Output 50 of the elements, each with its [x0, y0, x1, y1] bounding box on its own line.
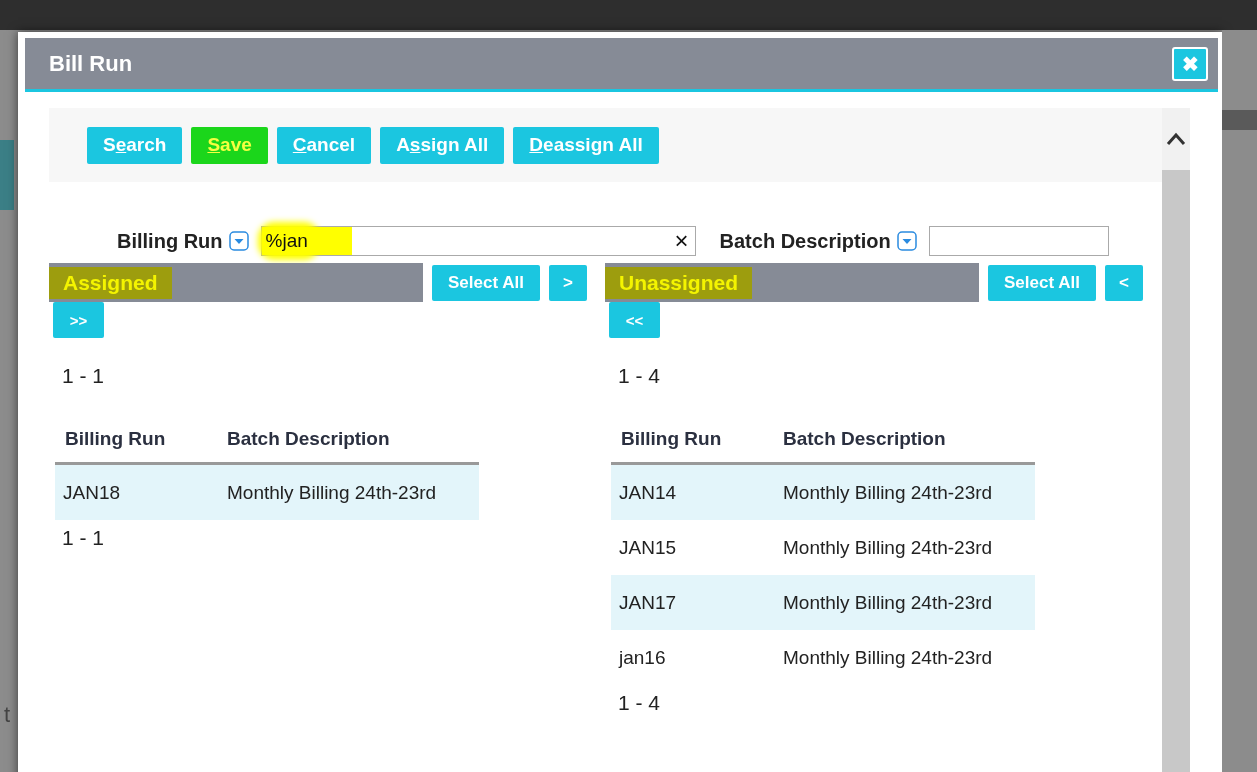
move-all-button[interactable]: <<	[609, 302, 660, 338]
table-row[interactable]: JAN15 Monthly Billing 24th-23rd	[611, 520, 1035, 575]
move-button[interactable]: <	[1104, 264, 1143, 301]
record-count: 1 - 1	[62, 526, 105, 550]
column-header: Billing Run	[620, 428, 723, 450]
filter-label: Batch Description	[719, 229, 891, 253]
table-cell: Monthly Billing 24th-23rd	[783, 591, 993, 614]
filter-field[interactable]	[928, 226, 1109, 256]
window-title: Bill Run	[49, 50, 133, 77]
toolbar-button[interactable]: Assign All	[380, 126, 505, 164]
background-panel	[0, 140, 14, 210]
filter-field[interactable]: %jan ×	[260, 226, 696, 256]
table-cell-text: JAN14	[618, 481, 678, 504]
close-button[interactable]: ✖	[1172, 46, 1208, 81]
background-panel	[1222, 110, 1257, 130]
background-text: t	[4, 702, 11, 728]
column-header: Billing Run	[64, 428, 167, 450]
table-row[interactable]: jan16 Monthly Billing 24th-23rd	[611, 630, 1035, 685]
record-count: 1 - 4	[618, 364, 661, 388]
dropdown-icon[interactable]	[228, 231, 249, 251]
table-cell: Monthly Billing 24th-23rd	[227, 481, 437, 504]
scrollbar[interactable]	[1162, 108, 1190, 772]
record-count: 1 - 4	[618, 691, 661, 715]
table-row[interactable]: JAN18 Monthly Billing 24th-23rd	[55, 465, 479, 520]
record-count: 1 - 1	[62, 364, 105, 388]
toolbar-button[interactable]: Deassign All	[513, 126, 659, 164]
clear-icon[interactable]: ×	[674, 227, 689, 255]
table-cell-text: JAN18	[62, 481, 122, 504]
table-cell-text: JAN17	[618, 591, 678, 614]
move-all-button[interactable]: >>	[53, 302, 104, 338]
table-cell-text: JAN15	[618, 536, 678, 559]
select-all-button[interactable]: Select All	[432, 264, 540, 301]
table-row[interactable]: JAN17 Monthly Billing 24th-23rd	[611, 575, 1035, 630]
column-header: Batch Description	[227, 428, 390, 450]
list-heading: Unassigned	[605, 266, 753, 299]
filter-label: Billing Run	[117, 229, 223, 253]
move-button[interactable]: >	[548, 264, 587, 301]
list-heading: Assigned	[49, 266, 172, 299]
table-cell-text: jan16	[617, 646, 667, 669]
table-cell: Monthly Billing 24th-23rd	[783, 536, 993, 559]
table-cell: Monthly Billing 24th-23rd	[783, 646, 993, 669]
chevron-up-icon[interactable]	[1166, 132, 1186, 146]
column-header: Batch Description	[783, 428, 946, 450]
toolbar-button[interactable]: Cancel	[276, 126, 372, 164]
table-row[interactable]: JAN14 Monthly Billing 24th-23rd	[611, 465, 1035, 520]
dropdown-icon[interactable]	[896, 231, 917, 251]
table-cell: Monthly Billing 24th-23rd	[783, 481, 993, 504]
select-all-button[interactable]: Select All	[988, 264, 1096, 301]
toolbar-button[interactable]: Save	[191, 126, 268, 164]
toolbar-button[interactable]: Search	[87, 126, 183, 164]
